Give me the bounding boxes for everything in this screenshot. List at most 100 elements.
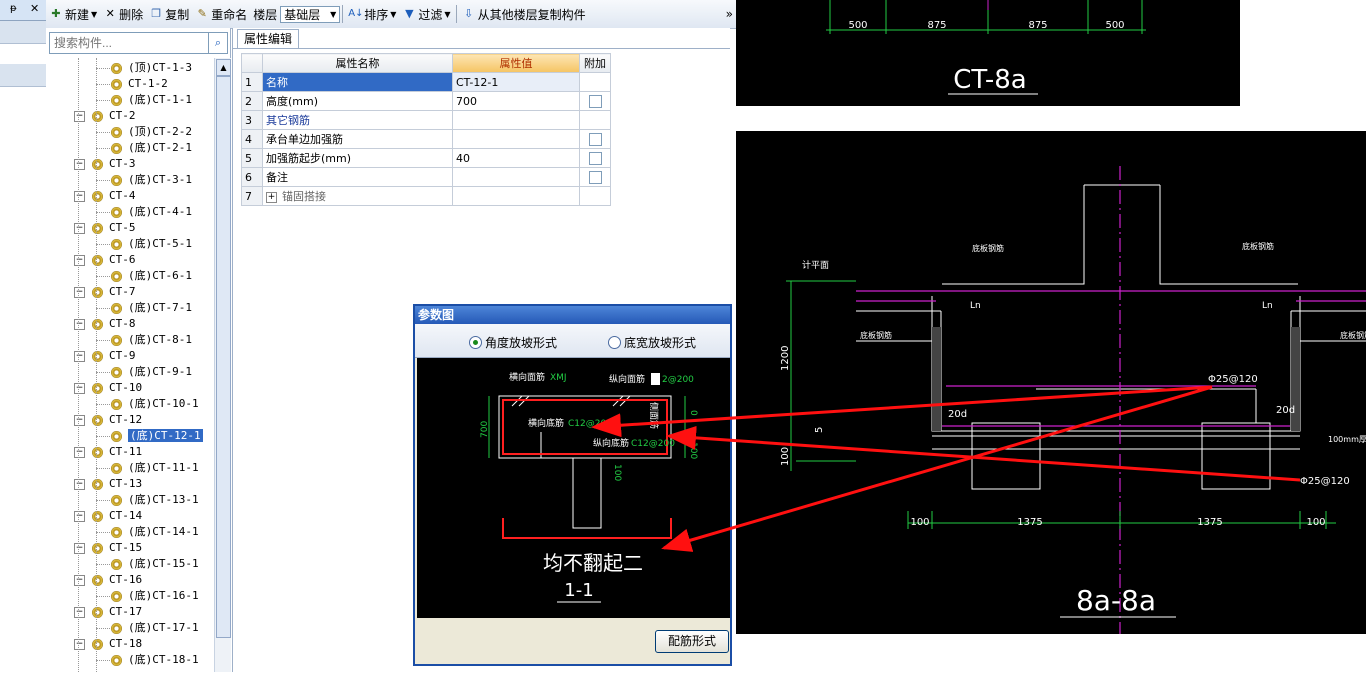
filter-button[interactable]: ▼ 过滤 ▼ [399, 2, 453, 26]
tree-item[interactable]: (底)CT-2-1 [46, 140, 192, 156]
tree-item[interactable]: (底)CT-18-1 [46, 652, 199, 668]
tree-item[interactable]: (底)CT-17-1 [46, 620, 199, 636]
collapse-icon[interactable]: − [74, 447, 85, 458]
tree-group[interactable]: − CT-7 [46, 284, 136, 300]
radio-width-slope[interactable]: 底宽放坡形式 [608, 334, 696, 351]
search-input[interactable] [49, 32, 209, 54]
tree-group[interactable]: − CT-18 [46, 636, 142, 652]
tree-item[interactable]: (底)CT-14-1 [46, 524, 199, 540]
floor-select[interactable]: 基础层 ▼ [280, 5, 341, 23]
radio-angle-slope[interactable]: 角度放坡形式 [469, 334, 557, 351]
copy-button[interactable]: ❐ 复制 [146, 2, 192, 26]
collapse-icon[interactable]: − [74, 111, 85, 122]
copy-from-floor-button[interactable]: ⇩ 从其他楼层复制构件 [459, 2, 589, 26]
tree-item[interactable]: (底)CT-3-1 [46, 172, 192, 188]
tree-group[interactable]: − CT-14 [46, 508, 142, 524]
pin-icon[interactable]: ᵽ [10, 3, 17, 14]
collapse-icon[interactable]: − [74, 255, 85, 266]
parameter-diagram-canvas[interactable]: 横向面筋 XMJ 纵向面筋 2@200 横向底筋 C12@200 纵向底筋 C1… [417, 358, 730, 618]
tree-item[interactable]: (底)CT-8-1 [46, 332, 192, 348]
collapse-icon[interactable]: − [74, 575, 85, 586]
tree-group[interactable]: − CT-11 [46, 444, 142, 460]
scroll-up-icon[interactable]: ▲ [216, 59, 231, 76]
collapse-icon[interactable]: − [74, 479, 85, 490]
left-dock-band[interactable] [0, 64, 46, 87]
tree-group[interactable]: − CT-15 [46, 540, 142, 556]
collapse-icon[interactable]: − [74, 191, 85, 202]
tree-item[interactable]: (底)CT-16-1 [46, 588, 199, 604]
scroll-thumb[interactable] [216, 76, 231, 638]
tree-item[interactable]: (底)CT-15-1 [46, 556, 199, 572]
tree-item[interactable]: (底)CT-9-1 [46, 364, 192, 380]
tree-group[interactable]: − CT-13 [46, 476, 142, 492]
tree-item[interactable]: (底)CT-6-1 [46, 268, 192, 284]
property-row[interactable]: 5 加强筋起步(mm) 40 [241, 148, 611, 168]
tree-item[interactable]: (底)CT-12-1 [46, 428, 203, 444]
tree-group[interactable]: − CT-3 [46, 156, 136, 172]
tree-group[interactable]: − CT-4 [46, 188, 136, 204]
tree-group[interactable]: − CT-8 [46, 316, 136, 332]
left-dock-band[interactable] [0, 21, 46, 44]
collapse-icon[interactable]: − [74, 383, 85, 394]
tree-group[interactable]: − CT-9 [46, 348, 136, 364]
close-icon[interactable]: ✕ [30, 2, 39, 15]
tree-item[interactable]: (顶)CT-2-2 [46, 124, 192, 140]
property-value[interactable]: CT-12-1 [452, 72, 580, 92]
tree-scrollbar[interactable]: ▲ [214, 58, 231, 672]
tree-item[interactable]: (底)CT-4-1 [46, 204, 192, 220]
tree-group[interactable]: − CT-17 [46, 604, 142, 620]
property-value[interactable] [452, 110, 580, 130]
tree-item[interactable]: (底)CT-13-1 [46, 492, 199, 508]
add-checkbox[interactable] [588, 170, 602, 184]
new-button[interactable]: ✚ 新建 ▼ [46, 2, 100, 26]
tree-item[interactable]: (底)CT-7-1 [46, 300, 192, 316]
delete-button[interactable]: ✕ 删除 [100, 2, 146, 26]
tree-item[interactable]: (底)CT-1-1 [46, 92, 192, 108]
property-value[interactable] [452, 167, 580, 187]
add-checkbox[interactable] [588, 132, 602, 146]
property-row[interactable]: 1 名称 CT-12-1 [241, 72, 611, 92]
rebar-form-button[interactable]: 配筋形式 [655, 630, 729, 653]
diag-input-box[interactable] [651, 373, 660, 385]
sort-button[interactable]: A↓ 排序 ▼ [345, 2, 399, 26]
property-value[interactable] [452, 186, 580, 206]
rename-button[interactable]: ✎ 重命名 [192, 2, 250, 26]
collapse-icon[interactable]: − [74, 543, 85, 554]
toolbar-overflow-button[interactable]: » [723, 2, 736, 26]
property-value[interactable]: 40 [452, 148, 580, 168]
tree-group[interactable]: − CT-10 [46, 380, 142, 396]
collapse-icon[interactable]: − [74, 159, 85, 170]
tree-item[interactable]: (底)CT-10-1 [46, 396, 199, 412]
property-row[interactable]: 3 其它钢筋 [241, 110, 611, 130]
collapse-icon[interactable]: − [74, 287, 85, 298]
property-row[interactable]: 7 + 锚固搭接 [241, 186, 611, 206]
collapse-icon[interactable]: − [74, 511, 85, 522]
tab-property-edit[interactable]: 属性编辑 [237, 29, 300, 49]
property-row[interactable]: 6 备注 [241, 167, 611, 187]
tree-item[interactable]: CT-1-2 [46, 76, 168, 92]
collapse-icon[interactable]: − [74, 415, 85, 426]
collapse-icon[interactable]: − [74, 351, 85, 362]
add-checkbox[interactable] [588, 151, 602, 165]
cad-drawing-top[interactable]: 500 875 875 500 CT-8a [736, 0, 1240, 106]
tree-group[interactable]: − CT-2 [46, 108, 136, 124]
tree-group[interactable]: − CT-12 [46, 412, 142, 428]
expand-icon[interactable]: + [266, 191, 277, 203]
property-row[interactable]: 2 高度(mm) 700 [241, 91, 611, 111]
dialog-title[interactable]: 参数图 [415, 306, 730, 324]
search-icon[interactable]: ⌕ [208, 32, 228, 54]
collapse-icon[interactable]: − [74, 223, 85, 234]
tree-group[interactable]: − CT-16 [46, 572, 142, 588]
property-row[interactable]: 4 承台单边加强筋 [241, 129, 611, 149]
property-value[interactable] [452, 129, 580, 149]
cad-drawing-main[interactable]: 1200 100 5 100 1375 1375 100 Ln Ln 20d 2… [736, 131, 1366, 634]
collapse-icon[interactable]: − [74, 607, 85, 618]
collapse-icon[interactable]: − [74, 639, 85, 650]
add-checkbox[interactable] [588, 94, 602, 108]
tree-group[interactable]: − CT-6 [46, 252, 136, 268]
tree-item[interactable]: (底)CT-5-1 [46, 236, 192, 252]
property-value[interactable]: 700 [452, 91, 580, 111]
tree-item[interactable]: (顶)CT-1-3 [46, 60, 192, 76]
collapse-icon[interactable]: − [74, 319, 85, 330]
tree-group[interactable]: − CT-5 [46, 220, 136, 236]
